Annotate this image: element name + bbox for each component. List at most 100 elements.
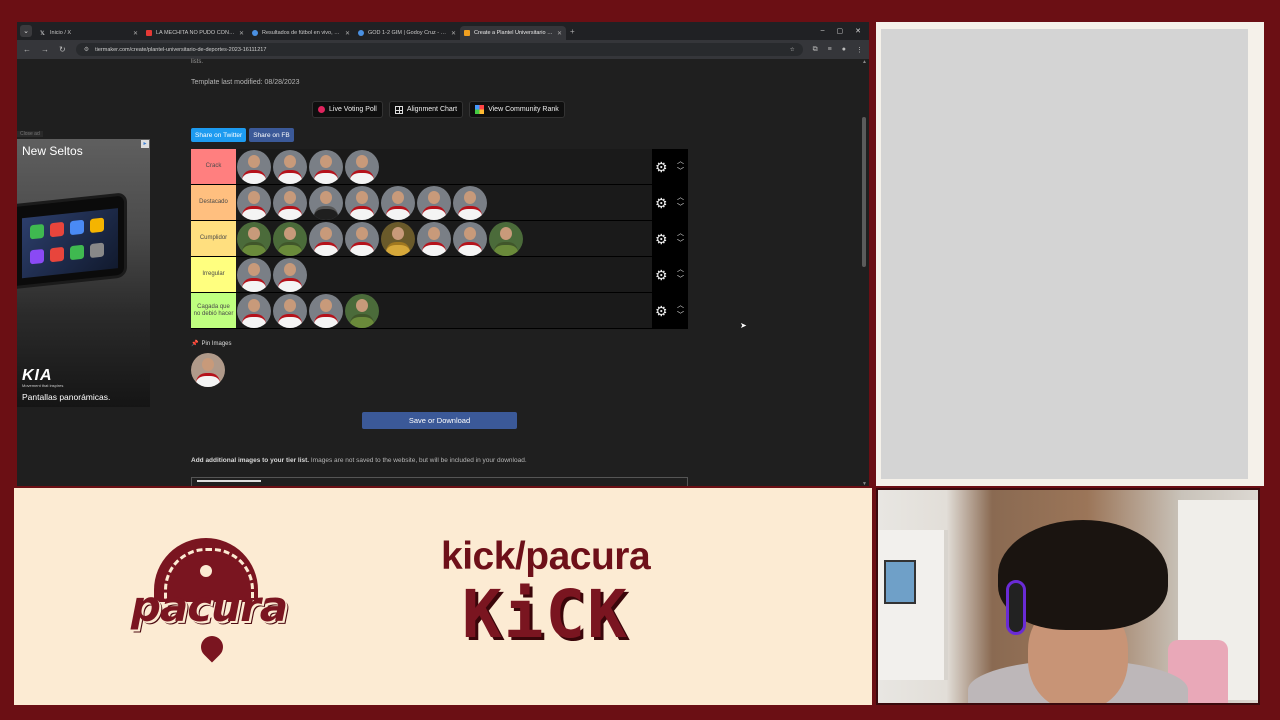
player-image[interactable] — [237, 293, 271, 328]
chevron-up-icon[interactable]: ︿ — [677, 158, 684, 165]
player-image[interactable] — [273, 293, 307, 328]
tier-controls: ⚙ ︿ ﹀ — [652, 257, 688, 292]
tab-tiermaker[interactable]: Create a Plantel Universitario de... ✕ — [460, 26, 566, 40]
browser-window: ⌄ 𝕏 Inicio / X ✕ LA MECHITA NO PUDO CON … — [17, 22, 869, 486]
chevron-down-icon[interactable]: ﹀ — [677, 312, 684, 319]
gear-icon[interactable]: ⚙ — [655, 160, 668, 174]
share-fb-button[interactable]: Share on FB — [249, 128, 294, 142]
tab-label: LA MECHITA NO PUDO CON LA U... — [156, 30, 235, 36]
community-rank-button[interactable]: View Community Rank — [469, 101, 565, 118]
window-controls: – ▢ ✕ — [821, 27, 869, 35]
reload-icon[interactable]: ↻ — [59, 45, 66, 54]
chevron-up-icon[interactable]: ︿ — [677, 230, 684, 237]
maximize-icon[interactable]: ▢ — [837, 27, 844, 35]
chevron-up-icon[interactable]: ︿ — [677, 302, 684, 309]
forward-icon[interactable]: → — [41, 45, 49, 54]
upload-dropzone[interactable] — [191, 477, 688, 486]
player-image[interactable] — [237, 149, 271, 184]
media-icon[interactable]: ≡ — [828, 46, 832, 54]
player-image[interactable] — [237, 185, 271, 220]
tier-label[interactable]: Destacado — [191, 185, 236, 220]
player-image[interactable] — [273, 221, 307, 256]
tier-row: Cumplidor ⚙ ︿ ﹀ — [191, 221, 688, 257]
player-image[interactable] — [345, 221, 379, 256]
tier-label[interactable]: Cagada que no debió hacer — [191, 293, 236, 328]
player-image[interactable] — [237, 257, 271, 292]
tier-row: Crack ⚙ ︿ ﹀ — [191, 149, 688, 185]
chevron-down-icon[interactable]: ﹀ — [677, 276, 684, 283]
alignment-chart-button[interactable]: Alignment Chart — [388, 101, 464, 118]
scroll-up-icon[interactable]: ▲ — [862, 59, 867, 65]
close-icon[interactable]: ✕ — [133, 30, 138, 37]
player-image[interactable] — [237, 221, 271, 256]
gear-icon[interactable]: ⚙ — [655, 268, 668, 282]
player-image[interactable] — [345, 149, 379, 184]
player-image[interactable] — [417, 221, 451, 256]
close-icon[interactable]: ✕ — [239, 30, 244, 37]
menu-icon[interactable]: ⋮ — [856, 46, 863, 54]
tier-label[interactable]: Cumplidor — [191, 221, 236, 256]
gear-icon[interactable]: ⚙ — [655, 232, 668, 246]
close-window-icon[interactable]: ✕ — [855, 27, 861, 35]
scrollbar[interactable]: ▲ ▼ — [862, 59, 867, 486]
tier-label[interactable]: Irregular — [191, 257, 236, 292]
tier-label[interactable]: Crack — [191, 149, 236, 184]
close-icon[interactable]: ✕ — [557, 30, 562, 37]
tab-inicio[interactable]: 𝕏 Inicio / X ✕ — [36, 26, 142, 40]
profile-icon[interactable]: ● — [842, 46, 846, 54]
player-image[interactable] — [345, 185, 379, 220]
address-bar[interactable]: ⚙ tiermaker.com/create/plantel-universit… — [75, 43, 803, 56]
gear-icon[interactable]: ⚙ — [655, 196, 668, 210]
chevron-down-icon[interactable]: ﹀ — [677, 240, 684, 247]
kia-advertisement[interactable]: New Seltos ▸ KIA Movement that inspires … — [17, 139, 150, 407]
minimize-icon[interactable]: – — [821, 27, 825, 35]
bookmark-star-icon[interactable]: ☆ — [790, 47, 795, 53]
player-image[interactable] — [381, 221, 415, 256]
close-icon[interactable]: ✕ — [345, 30, 350, 37]
background-shelf — [878, 530, 948, 680]
extensions-icon[interactable]: ⧉ — [813, 46, 818, 54]
page-text-fragment: lists. — [191, 59, 203, 65]
pinned-player-image[interactable] — [191, 353, 225, 387]
player-image[interactable] — [309, 185, 343, 220]
tab-mechita[interactable]: LA MECHITA NO PUDO CON LA U... ✕ — [142, 26, 248, 40]
player-image[interactable] — [381, 185, 415, 220]
player-image[interactable] — [417, 185, 451, 220]
scroll-down-icon[interactable]: ▼ — [862, 481, 867, 486]
site-info-icon[interactable]: ⚙ — [84, 46, 89, 53]
live-voting-button[interactable]: Live Voting Poll — [312, 101, 383, 118]
scrollbar-thumb[interactable] — [862, 117, 866, 267]
player-image[interactable] — [453, 221, 487, 256]
player-image[interactable] — [273, 149, 307, 184]
player-image[interactable] — [309, 149, 343, 184]
player-image[interactable] — [309, 293, 343, 328]
back-icon[interactable]: ← — [23, 45, 31, 54]
tab-god-gim[interactable]: GOD 1-2 GIM | Godoy Cruz - Gi... ✕ — [354, 26, 460, 40]
player-image[interactable] — [489, 221, 523, 256]
tab-resultados[interactable]: Resultados de fútbol en vivo, M... ✕ — [248, 26, 354, 40]
tier-items — [236, 221, 652, 256]
player-image[interactable] — [345, 293, 379, 328]
grid-icon — [394, 105, 403, 114]
player-image[interactable] — [453, 185, 487, 220]
pin-images-toggle[interactable]: 📌 Pin Images — [191, 340, 232, 348]
player-image[interactable] — [273, 257, 307, 292]
chevron-up-icon[interactable]: ︿ — [677, 266, 684, 273]
save-download-button[interactable]: Save or Download — [362, 412, 517, 429]
chevron-down-icon[interactable]: ﹀ — [677, 168, 684, 175]
tier-items — [236, 149, 652, 184]
close-icon[interactable]: ✕ — [451, 30, 456, 37]
tier-items — [236, 293, 652, 328]
chevron-up-icon[interactable]: ︿ — [677, 194, 684, 201]
gear-icon[interactable]: ⚙ — [655, 304, 668, 318]
chevron-down-icon[interactable]: ﹀ — [677, 204, 684, 211]
ad-close-label[interactable]: Close ad — [17, 131, 43, 137]
move-arrows: ︿ ﹀ — [677, 230, 684, 247]
new-tab-icon[interactable]: + — [570, 27, 575, 36]
ad-info-icon[interactable]: ▸ — [141, 140, 149, 148]
tab-search-icon[interactable]: ⌄ — [20, 25, 32, 37]
player-image[interactable] — [309, 221, 343, 256]
youtube-icon — [146, 30, 152, 36]
share-twitter-button[interactable]: Share on Twitter — [191, 128, 247, 142]
player-image[interactable] — [273, 185, 307, 220]
